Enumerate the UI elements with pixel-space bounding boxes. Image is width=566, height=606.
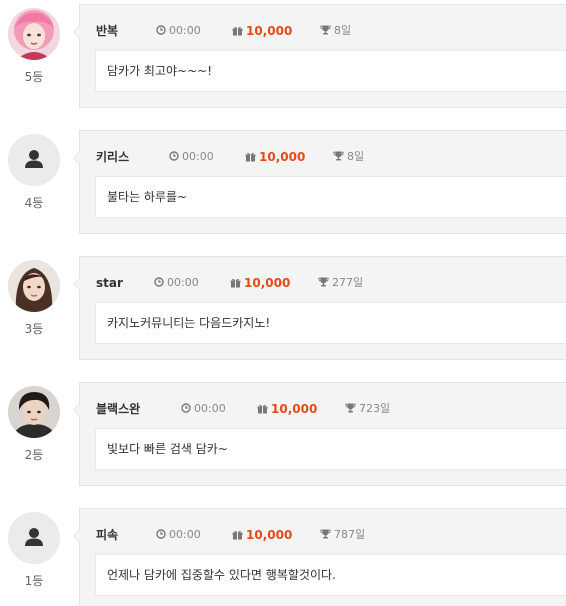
points-value: 10,000 [246,528,293,542]
points-value: 10,000 [246,24,293,38]
comment-message: 언제나 담카에 집중할수 있다면 행복할것이다. [95,554,566,596]
points-stat: 10,000 [257,401,317,418]
avatar[interactable] [8,134,60,186]
clock-icon [156,529,166,539]
user-name[interactable]: 반복 [96,23,118,39]
avatar[interactable] [8,8,60,60]
list-item: 1등 피속 00:00 10,000 787일 언제나 담카에 집중할수 있다면… [0,508,566,606]
comment-message: 담카가 최고야~~~! [95,50,566,92]
avatar-photo-dark-hair [8,386,60,438]
time-stat: 00:00 [156,23,201,39]
days-stat: 277일 [318,275,363,291]
clock-icon [156,25,166,35]
trophy-icon [318,277,329,287]
points-stat: 10,000 [230,275,290,292]
time-value: 00:00 [182,150,214,163]
rank-label: 3등 [24,322,44,336]
gift-icon [232,26,243,36]
user-name[interactable]: star [96,275,123,291]
time-stat: 00:00 [154,275,199,291]
days-value: 8일 [347,150,365,163]
default-user-icon [8,512,60,564]
rank-label: 2등 [24,448,44,462]
time-value: 00:00 [169,24,201,37]
gift-icon [257,404,268,414]
points-value: 10,000 [259,150,306,164]
days-value: 723일 [359,402,391,415]
rank-label: 5등 [24,70,44,84]
avatar-column: 2등 [8,386,60,463]
avatar[interactable] [8,260,60,312]
points-value: 10,000 [271,402,318,416]
trophy-icon [345,403,356,413]
trophy-icon [333,151,344,161]
comment-card: 반복 00:00 10,000 8일 담카가 최고야~~~! [73,4,566,108]
time-stat: 00:00 [181,401,226,417]
avatar[interactable] [8,512,60,564]
clock-icon [181,403,191,413]
clock-icon [169,151,179,161]
user-name[interactable]: 키리스 [96,149,129,165]
user-name[interactable]: 피속 [96,527,118,543]
gift-icon [230,278,241,288]
points-stat: 10,000 [232,527,292,544]
avatar-column: 1등 [8,512,60,589]
time-value: 00:00 [169,528,201,541]
comment-card: 키리스 00:00 10,000 8일 불타는 하루를~ [73,130,566,234]
list-item: 3등 star 00:00 10,000 277일 카지노커뮤니티는 다음드카지… [0,256,566,362]
list-item: 4등 키리스 00:00 10,000 8일 불타는 하루를~ [0,130,566,236]
days-value: 787일 [334,528,366,541]
days-stat: 8일 [320,23,351,39]
rank-label: 4등 [24,196,44,210]
list-item: 5등 반복 00:00 10,000 8일 담카가 최고야~~~! [0,4,566,110]
time-stat: 00:00 [169,149,214,165]
comment-card: 블랙스완 00:00 10,000 723일 빛보다 빠른 검색 담카~ [73,382,566,486]
clock-icon [154,277,164,287]
days-stat: 8일 [333,149,364,165]
avatar-column: 4등 [8,134,60,211]
days-stat: 723일 [345,401,390,417]
gift-icon [245,152,256,162]
avatar-column: 3등 [8,260,60,337]
avatar[interactable] [8,386,60,438]
rank-label: 1등 [24,574,44,588]
time-value: 00:00 [194,402,226,415]
days-value: 8일 [334,24,352,37]
comment-message: 빛보다 빠른 검색 담카~ [95,428,566,470]
days-stat: 787일 [320,527,365,543]
attendance-list: 5등 반복 00:00 10,000 8일 담카가 최고야~~~! 4등 키리스… [0,0,566,606]
list-item: 2등 블랙스완 00:00 10,000 723일 빛보다 빠른 검색 담카~ [0,382,566,488]
points-stat: 10,000 [245,149,305,166]
default-user-icon [8,134,60,186]
days-value: 277일 [332,276,364,289]
time-stat: 00:00 [156,527,201,543]
comment-message: 불타는 하루를~ [95,176,566,218]
gift-icon [232,530,243,540]
comment-message: 카지노커뮤니티는 다음드카지노! [95,302,566,344]
time-value: 00:00 [167,276,199,289]
comment-card: star 00:00 10,000 277일 카지노커뮤니티는 다음드카지노! [73,256,566,360]
trophy-icon [320,25,331,35]
trophy-icon [320,529,331,539]
avatar-column: 5등 [8,8,60,85]
avatar-photo-long-brown-hair [8,260,60,312]
avatar-photo-pink-hair [8,8,60,60]
points-value: 10,000 [244,276,291,290]
points-stat: 10,000 [232,23,292,40]
user-name[interactable]: 블랙스완 [96,401,140,417]
comment-card: 피속 00:00 10,000 787일 언제나 담카에 집중할수 있다면 행복… [73,508,566,606]
